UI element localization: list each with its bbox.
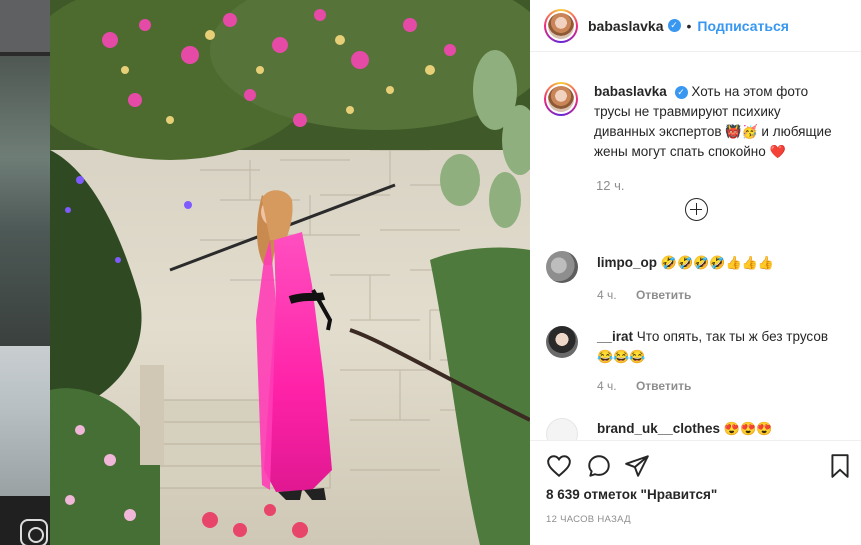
heart-icon[interactable] <box>546 453 572 479</box>
caption-text: babaslavka ✓ Хоть на этом фото трусы не … <box>594 82 834 162</box>
comment-text: Что опять, так ты ж без трусов <box>636 329 828 344</box>
commenter-username[interactable]: brand_uk__clothes <box>597 421 720 436</box>
commenter-username[interactable]: __irat <box>597 329 633 344</box>
commenter-username[interactable]: limpo_op <box>597 255 657 270</box>
feed-thumbnail <box>0 0 50 52</box>
feed-thumbnail <box>0 56 50 346</box>
post-timestamp[interactable]: 12 часов назад <box>546 514 631 525</box>
instagram-icon[interactable] <box>20 519 48 545</box>
reply-button[interactable]: Ответить <box>636 288 691 302</box>
comment-meta: 4 ч. Ответить <box>597 288 691 302</box>
separator-dot: • <box>686 17 692 34</box>
plus-circle-icon[interactable] <box>685 198 708 221</box>
commenter-avatar[interactable] <box>546 251 578 283</box>
verified-badge-icon: ✓ <box>667 19 681 32</box>
comment-text: 😍😍😍 <box>723 421 773 436</box>
comment-text: 🤣🤣🤣🤣👍👍👍 <box>660 255 775 270</box>
comment-time[interactable]: 4 ч. <box>597 288 617 302</box>
caption-username[interactable]: babaslavka <box>594 84 667 99</box>
post-photo[interactable] <box>50 0 530 545</box>
post-actions: 8 639 отметок "Нравится" 12 часов назад <box>530 440 861 545</box>
author-avatar[interactable] <box>544 8 578 43</box>
comment-icon[interactable] <box>586 453 612 479</box>
comment-time[interactable]: 4 ч. <box>597 379 617 393</box>
post-header: babaslavka ✓ • Подписаться <box>530 0 861 52</box>
feed-thumbnail <box>0 346 50 496</box>
heart-emoji: ❤️ <box>769 144 786 159</box>
likes-count[interactable]: 8 639 отметок "Нравится" <box>546 487 717 502</box>
comment-body: brand_uk__clothes 😍😍😍 <box>597 419 847 439</box>
caption-emoji-1: 👹🥳 <box>725 124 758 139</box>
commenter-avatar[interactable] <box>546 326 578 358</box>
caption-author-avatar[interactable] <box>544 82 578 116</box>
author-username[interactable]: babaslavka <box>588 18 664 34</box>
caption-time[interactable]: 12 ч. <box>596 178 854 193</box>
photo-illustration <box>50 0 530 545</box>
comment-body: __irat Что опять, так ты ж без трусов 😂😂… <box>597 327 847 367</box>
background-feed <box>0 0 50 545</box>
reply-button[interactable]: Ответить <box>636 379 691 393</box>
comment-emoji: 😂😂😂 <box>597 349 646 364</box>
caption: babaslavka ✓ Хоть на этом фото трусы не … <box>544 82 854 193</box>
comment-body: limpo_op 🤣🤣🤣🤣👍👍👍 <box>597 253 847 273</box>
post-modal: babaslavka ✓ • Подписаться babaslavka ✓ … <box>0 0 861 545</box>
follow-button[interactable]: Подписаться <box>697 18 789 34</box>
verified-badge-icon: ✓ <box>674 85 688 99</box>
bookmark-icon[interactable] <box>827 453 853 479</box>
comment-meta: 4 ч. Ответить <box>597 379 691 393</box>
share-icon[interactable] <box>624 453 650 479</box>
post-details-panel: babaslavka ✓ • Подписаться babaslavka ✓ … <box>530 0 861 545</box>
